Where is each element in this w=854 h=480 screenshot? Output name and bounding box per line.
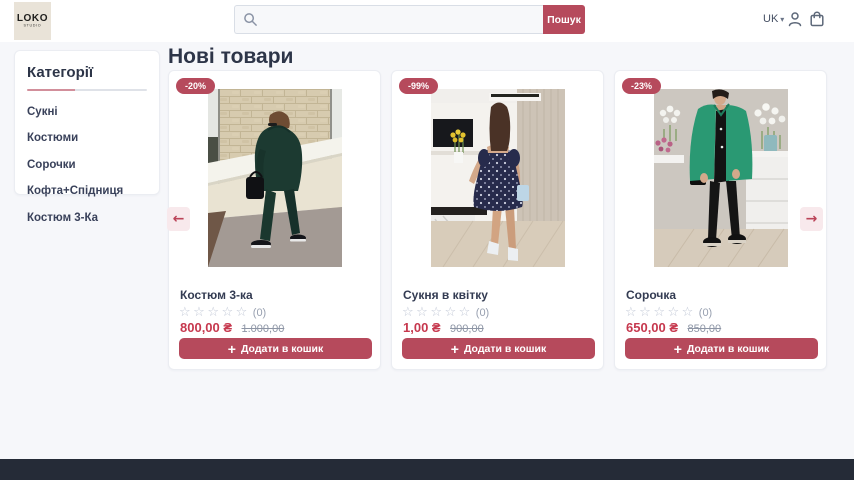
discount-badge: -99%: [399, 78, 438, 94]
rating-stars: ☆☆☆☆☆(0): [179, 304, 266, 320]
star-icon: ☆: [430, 304, 444, 319]
search-button[interactable]: Пошук: [543, 5, 585, 34]
logo-text: LOKO: [17, 13, 48, 24]
star-icon: ☆: [402, 304, 416, 319]
logo[interactable]: LOKO STUDIO: [14, 2, 51, 40]
sidebar-item-kostiumy[interactable]: Костюми: [27, 132, 147, 144]
star-icon: ☆: [236, 304, 250, 319]
carousel-next-button[interactable]: →: [800, 207, 823, 231]
header: LOKO STUDIO Пошук UK ▾: [0, 0, 854, 42]
sidebar-item-sorochky[interactable]: Сорочки: [27, 159, 147, 171]
product-photo[interactable]: [654, 89, 788, 267]
chevron-down-icon: ▾: [780, 15, 784, 24]
star-icon: ☆: [667, 304, 681, 319]
star-icon: ☆: [221, 304, 235, 319]
price-row: 1,00 ₴ 900,00: [403, 319, 484, 337]
rating-count: (0): [476, 307, 489, 319]
old-price: 850,00: [688, 323, 722, 335]
star-icon: ☆: [179, 304, 193, 319]
search-input[interactable]: [234, 5, 543, 34]
sidebar-divider: [27, 89, 147, 91]
star-icon: ☆: [625, 304, 639, 319]
plus-icon: +: [451, 342, 459, 356]
language-selector[interactable]: UK ▾: [763, 13, 784, 25]
sidebar-title: Категорії: [27, 64, 147, 81]
star-icon: ☆: [459, 304, 473, 319]
logo-subtext: STUDIO: [24, 24, 42, 28]
product-name[interactable]: Сорочка: [626, 288, 676, 302]
star-icon: ☆: [653, 304, 667, 319]
arrow-left-icon: ←: [173, 211, 185, 227]
storefront-page: LOKO STUDIO Пошук UK ▾ Н: [0, 0, 854, 480]
discount-badge: -20%: [176, 78, 215, 94]
product-card[interactable]: -23%: [614, 70, 827, 370]
rating-count: (0): [253, 307, 266, 319]
sidebar-item-kofta-spidnytsia[interactable]: Кофта+Спідниця: [27, 185, 147, 197]
add-to-cart-button[interactable]: + Додати в кошик: [179, 338, 372, 359]
old-price: 1.000,00: [242, 323, 285, 335]
add-to-cart-label: Додати в кошик: [241, 343, 323, 355]
current-price: 650,00 ₴: [626, 320, 678, 335]
price-row: 800,00 ₴ 1.000,00: [180, 319, 284, 337]
sidebar-item-sukni[interactable]: Сукні: [27, 106, 147, 118]
footer-bar: [0, 459, 854, 480]
cart-icon[interactable]: [808, 10, 826, 28]
price-row: 650,00 ₴ 850,00: [626, 319, 721, 337]
add-to-cart-label: Додати в кошик: [687, 343, 769, 355]
star-icon: ☆: [416, 304, 430, 319]
product-name[interactable]: Костюм 3-ка: [180, 288, 253, 302]
discount-badge: -23%: [622, 78, 661, 94]
star-icon: ☆: [639, 304, 653, 319]
product-photo[interactable]: [208, 89, 342, 267]
old-price: 900,00: [450, 323, 484, 335]
category-sidebar: Категорії Сукні Костюми Сорочки Кофта+Сп…: [14, 50, 160, 195]
carousel-prev-button[interactable]: ←: [167, 207, 190, 231]
product-card[interactable]: -99%: [391, 70, 604, 370]
star-icon: ☆: [682, 304, 696, 319]
rating-stars: ☆☆☆☆☆(0): [625, 304, 712, 320]
account-icon[interactable]: [786, 10, 804, 28]
product-card[interactable]: -20%: [168, 70, 381, 370]
plus-icon: +: [228, 342, 236, 356]
language-label: UK: [763, 13, 778, 25]
page-title: Нові товари: [168, 45, 293, 69]
rating-stars: ☆☆☆☆☆(0): [402, 304, 489, 320]
add-to-cart-button[interactable]: + Додати в кошик: [402, 338, 595, 359]
star-icon: ☆: [193, 304, 207, 319]
rating-count: (0): [699, 307, 712, 319]
current-price: 800,00 ₴: [180, 320, 232, 335]
add-to-cart-button[interactable]: + Додати в кошик: [625, 338, 818, 359]
plus-icon: +: [674, 342, 682, 356]
sidebar-item-kostium-3ka[interactable]: Костюм 3-Ка: [27, 212, 147, 224]
star-icon: ☆: [444, 304, 458, 319]
category-list: Сукні Костюми Сорочки Кофта+Спідниця Кос…: [27, 106, 147, 224]
star-icon: ☆: [207, 304, 221, 319]
add-to-cart-label: Додати в кошик: [464, 343, 546, 355]
search-bar: Пошук: [234, 5, 585, 34]
arrow-right-icon: →: [806, 211, 818, 227]
current-price: 1,00 ₴: [403, 320, 441, 335]
product-name[interactable]: Сукня в квітку: [403, 288, 488, 302]
product-photo[interactable]: [431, 89, 565, 267]
